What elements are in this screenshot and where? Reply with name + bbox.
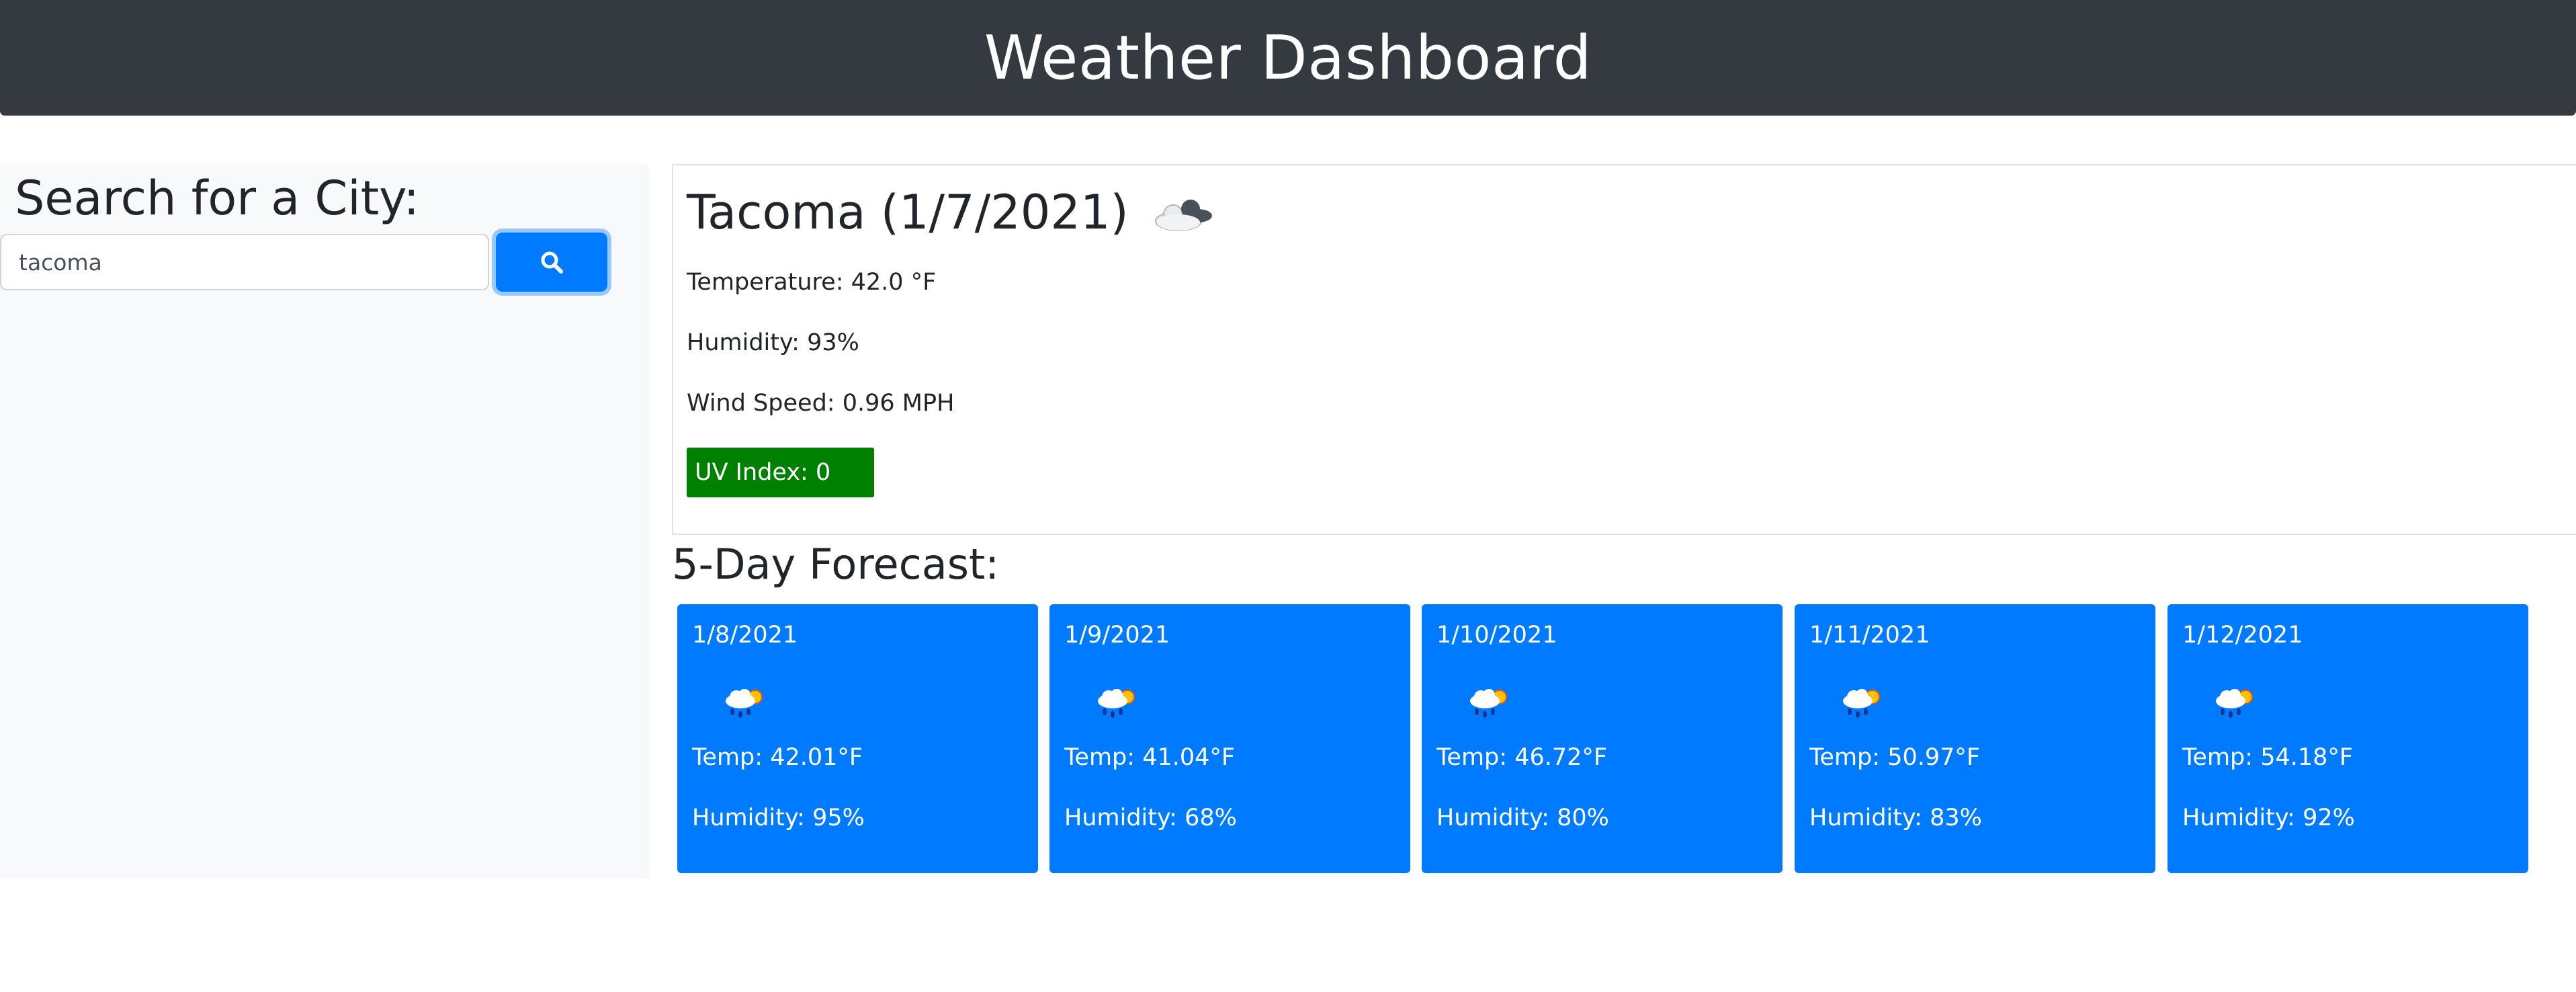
forecast-temp: Temp: 41.04°F bbox=[1064, 744, 1236, 771]
rain-sun-icon bbox=[726, 689, 763, 718]
current-wind-speed: Wind Speed: 0.96 MPH bbox=[687, 390, 955, 417]
forecast-humidity: Humidity: 95% bbox=[692, 804, 865, 831]
forecast-temp: Temp: 42.01°F bbox=[692, 744, 863, 771]
page-title: Weather Dashboard bbox=[984, 22, 1592, 93]
forecast-date: 1/12/2021 bbox=[2182, 622, 2303, 649]
forecast-date: 1/10/2021 bbox=[1436, 622, 1557, 649]
search-button[interactable] bbox=[496, 233, 607, 292]
current-weather-panel: Tacoma (1/7/2021) Temperature: 42.0 °F H… bbox=[672, 164, 2576, 535]
forecast-temp: Temp: 54.18°F bbox=[2182, 744, 2354, 771]
forecast-card: 1/10/2021 Temp: 46.72°F Humidity: 80% bbox=[1422, 604, 1783, 873]
forecast-humidity: Humidity: 92% bbox=[2182, 804, 2355, 831]
forecast-card: 1/9/2021 Temp: 41.04°F Humidity: 68% bbox=[1049, 604, 1410, 873]
forecast-card: 1/12/2021 Temp: 54.18°F Humidity: 92% bbox=[2167, 604, 2528, 873]
forecast-date: 1/11/2021 bbox=[1809, 622, 1930, 649]
rain-sun-icon bbox=[1098, 689, 1135, 718]
forecast-date: 1/8/2021 bbox=[692, 622, 798, 649]
forecast-date: 1/9/2021 bbox=[1064, 622, 1170, 649]
cloudy-icon bbox=[1154, 200, 1212, 231]
search-sidebar: Search for a City: bbox=[0, 165, 649, 878]
city-date: Tacoma (1/7/2021) bbox=[687, 185, 1129, 240]
city-search-input[interactable] bbox=[0, 234, 489, 290]
forecast-temp: Temp: 50.97°F bbox=[1809, 744, 1981, 771]
uv-index-badge: UV Index: 0 bbox=[687, 448, 874, 497]
rain-sun-icon bbox=[1470, 689, 1507, 718]
forecast-humidity: Humidity: 83% bbox=[1809, 804, 1982, 831]
current-humidity: Humidity: 93% bbox=[687, 329, 859, 356]
forecast-heading: 5-Day Forecast: bbox=[672, 540, 1000, 589]
forecast-cards: 1/8/2021 Temp: 42.01°F Humidity: 95% 1/9/20… bbox=[677, 604, 2529, 873]
header-bar: Weather Dashboard bbox=[0, 0, 2576, 116]
forecast-humidity: Humidity: 80% bbox=[1436, 804, 1609, 831]
forecast-card: 1/8/2021 Temp: 42.01°F Humidity: 95% bbox=[677, 604, 1038, 873]
forecast-temp: Temp: 46.72°F bbox=[1436, 744, 1608, 771]
rain-sun-icon bbox=[1843, 689, 1880, 718]
forecast-card: 1/11/2021 Temp: 50.97°F Humidity: 83% bbox=[1795, 604, 2155, 873]
current-city-heading: Tacoma (1/7/2021) bbox=[687, 179, 1216, 246]
search-icon bbox=[541, 251, 563, 274]
current-temperature: Temperature: 42.0 °F bbox=[687, 269, 937, 296]
search-heading: Search for a City: bbox=[15, 171, 420, 226]
forecast-humidity: Humidity: 68% bbox=[1064, 804, 1237, 831]
rain-sun-icon bbox=[2216, 689, 2253, 718]
